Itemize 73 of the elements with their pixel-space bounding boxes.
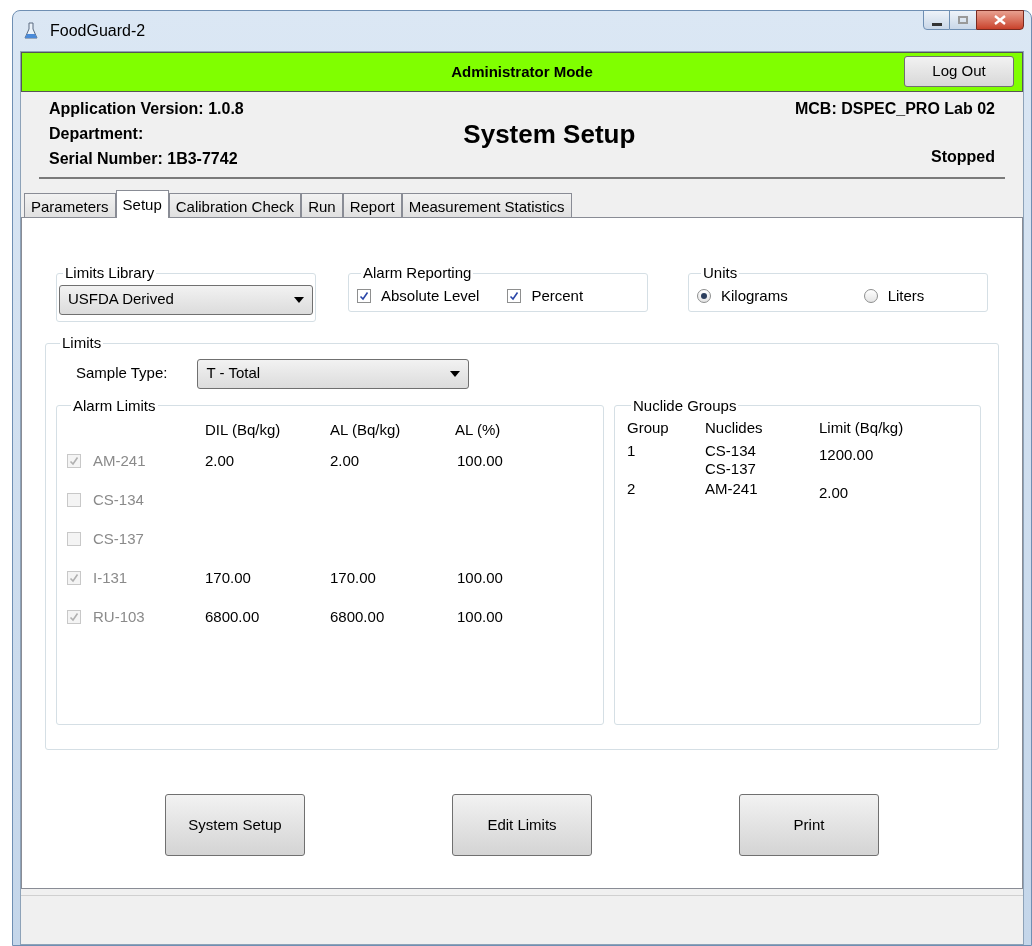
column-header: AL (%) [455,420,502,440]
page-title: System Setup [463,117,636,151]
checkbox[interactable] [67,454,81,468]
group-label: Limits [61,333,103,353]
nuclide-label: RU-103 [93,606,145,627]
table-cell-text: 170.00 [205,567,252,588]
tab[interactable]: Run [301,193,343,217]
close-icon [994,15,1006,25]
checkbox[interactable] [67,493,81,507]
tab[interactable]: Measurement Statistics [401,193,572,217]
info-text: Serial Number: 1B3-7742 [49,149,239,169]
radio-label: Liters [887,285,925,306]
group-label: Limits Library [64,263,156,283]
log-out-button[interactable]: Log Out [904,56,1014,87]
table-cell-text: 1200.00 [819,444,875,465]
action-button[interactable]: Edit Limits [452,794,592,856]
nuclide-label: I-131 [93,567,128,588]
group-label: Alarm Limits [72,395,157,416]
radio-button[interactable] [863,288,878,303]
table-cell-text: CS-137 [705,459,757,478]
table-cell-text: AM-241 [705,479,759,498]
table-cell-text: 2.00 [330,450,361,471]
checkbox-label: Percent [531,285,584,306]
checkbox[interactable] [357,288,371,303]
action-button[interactable]: Print [739,794,879,856]
nuclide-label: AM-241 [93,450,146,471]
minimize-button[interactable] [923,10,950,30]
column-header: Nuclides [705,418,764,438]
sample-type-dropdown[interactable]: T - Total [197,358,470,389]
info-text: Application Version: 1.0.8 [49,99,244,119]
table-cell-text: 2.00 [819,482,850,502]
dropdown-arrow-icon [294,296,304,303]
close-button[interactable] [976,10,1024,30]
dropdown-arrow-icon [450,370,461,377]
checkbox[interactable] [507,288,522,303]
checkbox[interactable] [67,610,81,624]
tab[interactable]: Parameters [24,193,116,217]
table-cell-text: 2.00 [205,450,236,471]
table-cell-text: 100.00 [456,450,504,471]
table-cell-text: 6800.00 [330,606,386,627]
info-text: Department: [49,124,145,144]
table-cell-text: 100.00 [456,567,504,588]
table-cell-text: 2 [627,478,637,499]
checkbox[interactable] [67,532,81,546]
radio-label: Kilograms [721,285,788,306]
window-title: FoodGuard-2 [50,21,146,41]
column-header: AL (Bq/kg) [330,420,402,440]
table-cell-text: 170.00 [330,567,377,588]
table-cell-text: 100.00 [456,606,504,627]
nuclide-label: CS-134 [93,489,144,510]
nuclide-label: CS-137 [93,528,144,549]
limits-library-dropdown[interactable]: USFDA Derived [59,284,313,315]
table-cell-text: 6800.00 [205,606,261,627]
checkbox-label: Absolute Level [381,285,480,306]
radio-button[interactable] [697,288,711,303]
column-header: Group [627,418,670,438]
tab[interactable]: Setup [115,190,169,218]
checkbox[interactable] [67,571,81,585]
action-button[interactable]: System Setup [165,794,305,856]
group-label: Alarm Reporting [362,263,473,283]
mode-label: Administrator Mode [451,61,593,82]
group-label: Nuclide Groups [632,395,738,416]
status-label: Stopped [931,147,995,167]
tab[interactable]: Calibration Check [168,193,302,217]
sample-type-label: Sample Type: [76,363,168,384]
table-cell-text: 1 [627,440,637,461]
tab[interactable]: Report [342,193,402,217]
mcb-label: MCB: DSPEC_PRO Lab 02 [794,99,995,119]
group-label: Units [702,263,739,283]
table-cell-text: CS-134 [705,441,757,460]
column-header: DIL (Bq/kg) [205,420,282,440]
column-header: Limit (Bq/kg) [819,418,905,438]
flask-icon [24,22,38,40]
